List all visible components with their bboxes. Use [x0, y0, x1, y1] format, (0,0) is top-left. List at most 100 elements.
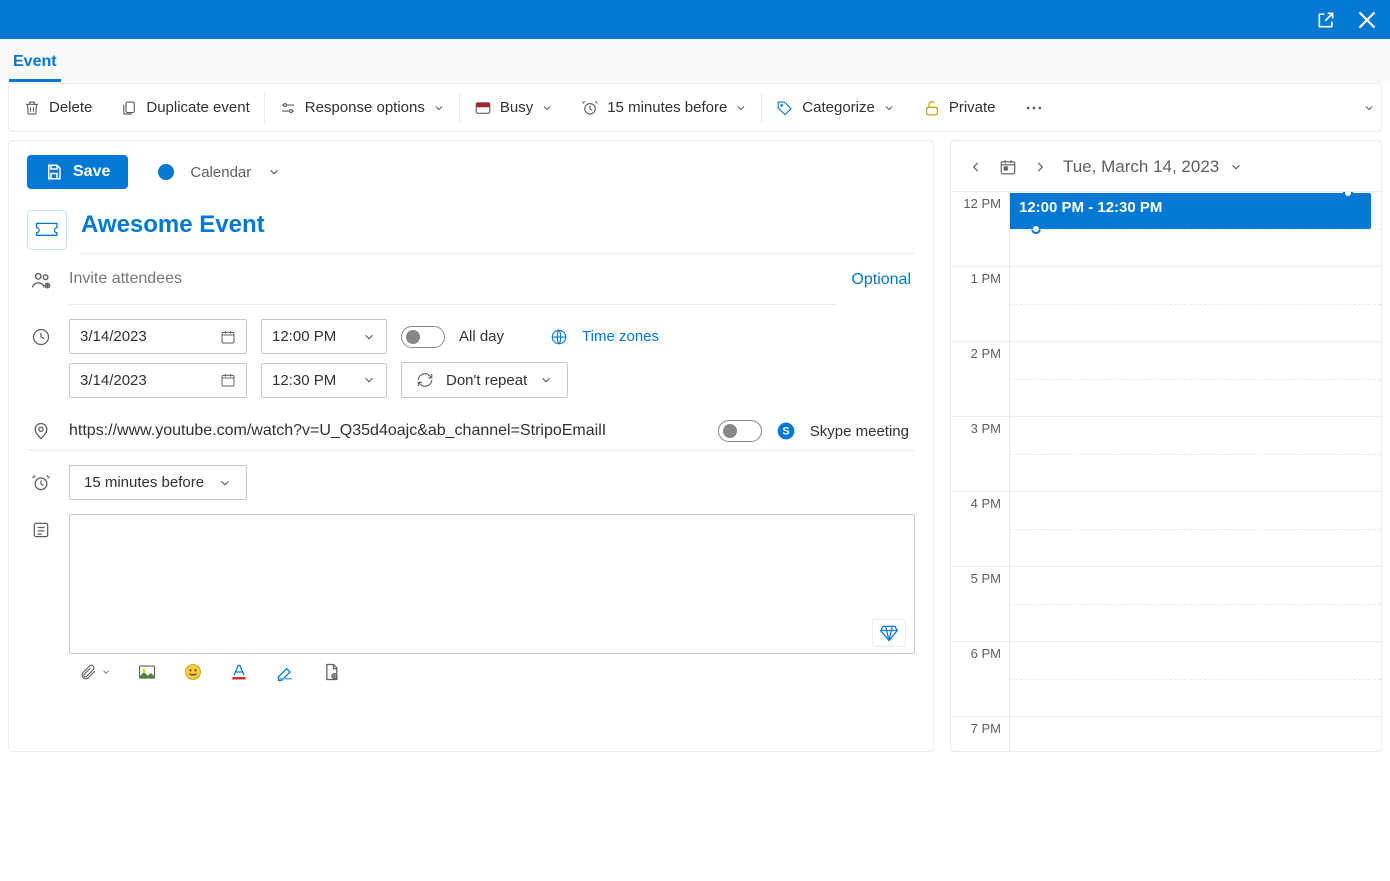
popout-icon[interactable]: [1316, 10, 1336, 30]
day-preview-panel: Tue, March 14, 2023 12:00 PM - 12:30 PM …: [950, 140, 1382, 752]
hour-label: 1 PM: [951, 267, 1009, 341]
calendar-color-dot: [158, 164, 174, 180]
next-day-button[interactable]: [1033, 160, 1047, 174]
end-time-input[interactable]: 12:30 PM: [261, 363, 387, 398]
diamond-icon[interactable]: [872, 619, 906, 647]
hour-row: 4 PM: [951, 492, 1381, 567]
attendees-input[interactable]: [69, 254, 837, 305]
hour-row: 7 PM: [951, 717, 1381, 751]
preview-date[interactable]: Tue, March 14, 2023: [1063, 157, 1243, 177]
save-icon: [45, 163, 63, 181]
insert-button[interactable]: [321, 662, 341, 682]
repeat-value: Don't repeat: [446, 372, 527, 389]
hour-row: 2 PM: [951, 342, 1381, 417]
hour-label: 7 PM: [951, 717, 1009, 751]
image-icon: [137, 663, 157, 681]
duplicate-button[interactable]: Duplicate event: [106, 84, 263, 131]
ribbon-toolbar: Delete Duplicate event Response options …: [8, 83, 1382, 132]
description-editor[interactable]: [69, 514, 915, 654]
format-toolbar: [69, 654, 915, 690]
duplicate-label: Duplicate event: [146, 99, 249, 116]
font-icon: [229, 662, 249, 682]
clock-icon: [27, 327, 55, 347]
insert-image-button[interactable]: [137, 663, 157, 681]
hour-row: 5 PM: [951, 567, 1381, 642]
calendar-name: Calendar: [190, 164, 251, 181]
start-time-input[interactable]: 12:00 PM: [261, 319, 387, 354]
window-titlebar: [0, 0, 1390, 39]
chevron-down-icon: [539, 373, 553, 387]
more-button[interactable]: [1010, 84, 1058, 131]
delete-button[interactable]: Delete: [9, 84, 106, 131]
chevron-down-icon: [433, 102, 445, 114]
globe-icon: [550, 328, 568, 346]
tag-icon: [776, 99, 794, 117]
response-options-label: Response options: [305, 99, 425, 116]
repeat-icon: [416, 371, 434, 389]
emoji-icon: [183, 662, 203, 682]
ellipsis-icon: [1024, 98, 1044, 118]
day-grid[interactable]: 12:00 PM - 12:30 PM 12 PM 1 PM 2 PM 3 PM…: [951, 191, 1381, 751]
event-icon: [27, 210, 67, 250]
alarm-icon: [581, 99, 599, 117]
skype-icon: S: [776, 421, 796, 441]
paperclip-icon: [79, 663, 97, 681]
description-icon: [27, 514, 55, 540]
delete-label: Delete: [49, 99, 92, 116]
hour-row: 12 PM: [951, 192, 1381, 267]
private-button[interactable]: Private: [909, 84, 1010, 131]
chevron-down-icon: [362, 373, 376, 387]
hour-row: 1 PM: [951, 267, 1381, 342]
optional-link[interactable]: Optional: [851, 271, 915, 289]
hour-row: 3 PM: [951, 417, 1381, 492]
chevron-down-icon: [1229, 160, 1243, 174]
event-title-input[interactable]: [81, 205, 915, 254]
hour-label: 3 PM: [951, 417, 1009, 491]
chevron-down-icon: [101, 667, 111, 677]
attach-button[interactable]: [79, 663, 111, 681]
allday-toggle[interactable]: [401, 326, 445, 348]
hour-label: 12 PM: [951, 192, 1009, 266]
start-time-value: 12:00 PM: [272, 328, 336, 345]
busy-icon: [474, 99, 492, 117]
end-date-value: 3/14/2023: [80, 372, 147, 389]
start-date-value: 3/14/2023: [80, 328, 147, 345]
emoji-button[interactable]: [183, 662, 203, 682]
hour-label: 2 PM: [951, 342, 1009, 416]
repeat-selector[interactable]: Don't repeat: [401, 362, 568, 398]
chevron-down-icon: [541, 102, 553, 114]
allday-label: All day: [459, 328, 504, 345]
tab-event[interactable]: Event: [9, 43, 61, 82]
calendar-selector[interactable]: Calendar: [158, 164, 281, 181]
location-input[interactable]: [69, 412, 704, 450]
reminder-value: 15 minutes before: [84, 474, 204, 491]
end-date-input[interactable]: 3/14/2023: [69, 363, 247, 398]
response-options-button[interactable]: Response options: [265, 84, 459, 131]
hour-row: 6 PM: [951, 642, 1381, 717]
event-form: Save Calendar Optional: [8, 140, 934, 752]
svg-text:S: S: [782, 425, 789, 437]
save-button[interactable]: Save: [27, 155, 128, 189]
today-button[interactable]: [999, 158, 1017, 176]
chevron-down-icon: [362, 330, 376, 344]
close-icon[interactable]: [1354, 7, 1380, 33]
chevron-down-icon: [1363, 102, 1375, 114]
start-date-input[interactable]: 3/14/2023: [69, 319, 247, 354]
categorize-button[interactable]: Categorize: [762, 84, 909, 131]
font-color-button[interactable]: [229, 662, 249, 682]
prev-day-button[interactable]: [969, 160, 983, 174]
calendar-icon: [220, 329, 236, 345]
reminder-selector[interactable]: 15 minutes before: [69, 465, 247, 500]
timezones-link[interactable]: Time zones: [582, 328, 659, 345]
document-icon: [321, 662, 341, 682]
reminder-button[interactable]: 15 minutes before: [567, 84, 761, 131]
skype-toggle[interactable]: [718, 420, 762, 442]
skype-label: Skype meeting: [810, 423, 915, 440]
chevron-down-icon: [883, 102, 895, 114]
lock-open-icon: [923, 99, 941, 117]
content-area: Save Calendar Optional: [0, 140, 1390, 752]
hour-label: 5 PM: [951, 567, 1009, 641]
highlight-button[interactable]: [275, 662, 295, 682]
toolbar-expand-button[interactable]: [1357, 84, 1381, 131]
busy-button[interactable]: Busy: [460, 84, 567, 131]
